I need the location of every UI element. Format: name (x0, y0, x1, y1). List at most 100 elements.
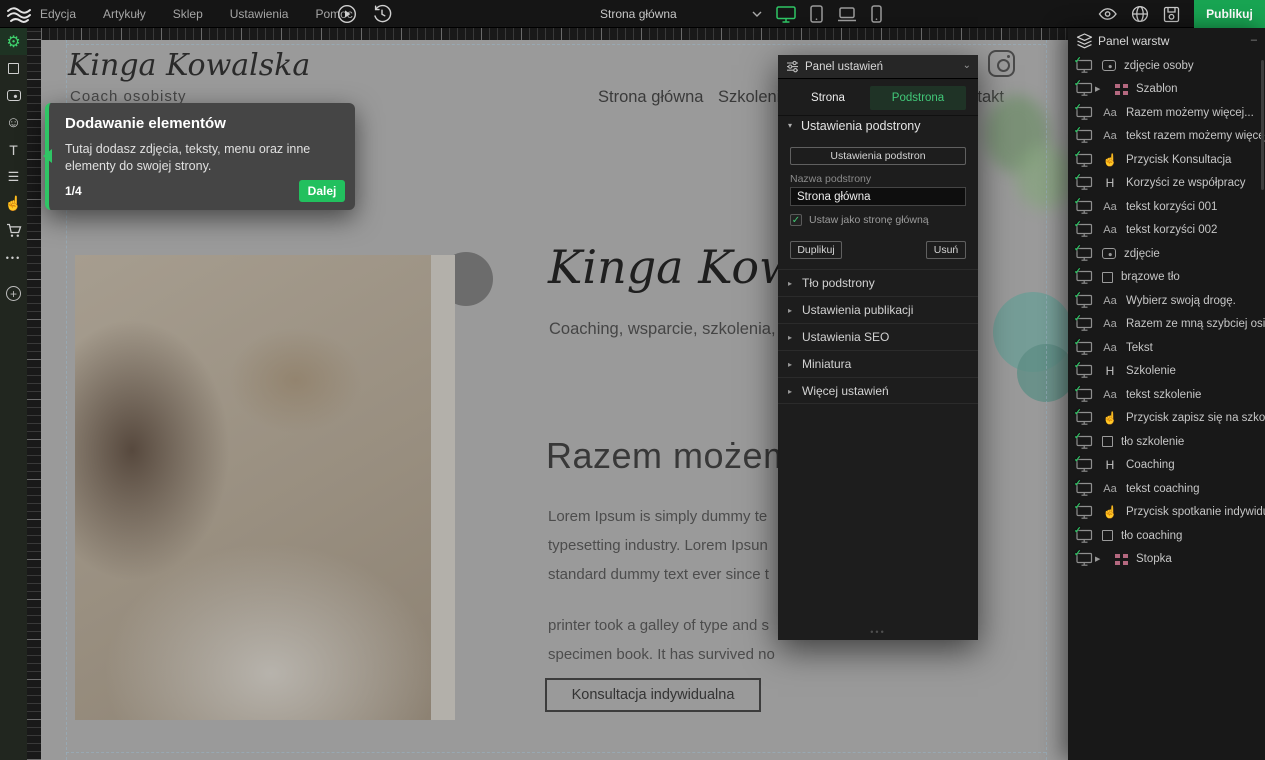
button-tool-icon[interactable]: ☝ (0, 190, 27, 217)
visibility-monitor-icon[interactable]: ✓ (1076, 529, 1093, 543)
layer-row[interactable]: ✓ ▶ Tekst (1068, 336, 1265, 360)
layer-row[interactable]: ✓ ▶ Przycisk zapisz się na szkolenie (1068, 407, 1265, 431)
tooltip-next-button[interactable]: Dalej (299, 180, 345, 202)
settings-panel-header[interactable]: Panel ustawień ⌄ (778, 55, 978, 79)
layer-row[interactable]: ✓ ▶ zdjęcie osoby (1068, 54, 1265, 78)
phone-device-icon[interactable] (871, 5, 882, 23)
delete-button[interactable]: Usuń (926, 241, 966, 259)
collapse-panel-icon[interactable]: ⌄ (963, 55, 971, 77)
visibility-monitor-icon[interactable]: ✓ (1076, 59, 1093, 73)
layer-row[interactable]: ✓ ▶ tekst szkolenie (1068, 383, 1265, 407)
expand-arrow-icon[interactable]: ▶ (1093, 85, 1106, 93)
shape-icon[interactable] (0, 55, 27, 82)
add-element-icon[interactable]: + (0, 280, 27, 307)
layer-row[interactable]: ✓ ▶ tekst korzyści 001 (1068, 195, 1265, 219)
hero-subtitle[interactable]: Coaching, wsparcie, szkolenia, roz (549, 320, 803, 339)
smiley-icon[interactable]: ☺ (0, 109, 27, 136)
layer-row[interactable]: ✓ ▶ zdjęcie (1068, 242, 1265, 266)
preview-eye-icon[interactable] (1098, 6, 1117, 22)
layer-row[interactable]: ✓ ▶ Szablon (1068, 78, 1265, 102)
open-section-title[interactable]: Ustawienia podstrony (801, 116, 921, 136)
visibility-monitor-icon[interactable]: ✓ (1076, 458, 1093, 472)
menu-ustawienia[interactable]: Ustawienia (230, 7, 289, 21)
layer-row[interactable]: ✓ ▶ Przycisk spotkanie indywidualne (1068, 501, 1265, 525)
layer-row[interactable]: ✓ ▶ brązowe tło (1068, 266, 1265, 290)
save-icon[interactable] (1163, 6, 1180, 23)
visibility-monitor-icon[interactable]: ✓ (1076, 106, 1093, 120)
visibility-monitor-icon[interactable]: ✓ (1076, 505, 1093, 519)
layer-row[interactable]: ✓ ▶ Korzyści ze współpracy (1068, 172, 1265, 196)
menu-sklep[interactable]: Sklep (173, 7, 203, 21)
visibility-monitor-icon[interactable]: ✓ (1076, 411, 1093, 425)
layer-row[interactable]: ✓ ▶ tekst korzyści 002 (1068, 219, 1265, 243)
visibility-monitor-icon[interactable]: ✓ (1076, 482, 1093, 496)
visibility-monitor-icon[interactable]: ✓ (1076, 153, 1093, 167)
subpages-settings-button[interactable]: Ustawienia podstron (790, 147, 966, 165)
more-tools-icon[interactable]: ••• (0, 244, 27, 271)
layer-row[interactable]: ✓ ▶ Wybierz swoją drogę. (1068, 289, 1265, 313)
layer-row[interactable]: ✓ ▶ tekst razem możemy więcej (1068, 125, 1265, 149)
settings-section-ustawienia-publikacji[interactable]: ▸Ustawienia publikacji (778, 296, 978, 323)
cart-icon[interactable] (0, 217, 27, 244)
tab-podstrona[interactable]: Podstrona (870, 86, 966, 110)
tablet-device-icon[interactable] (810, 5, 823, 23)
layer-row[interactable]: ✓ ▶ tło coaching (1068, 524, 1265, 548)
duplicate-button[interactable]: Duplikuj (790, 241, 842, 259)
publish-button[interactable]: Publikuj (1194, 0, 1265, 28)
visibility-monitor-icon[interactable]: ✓ (1076, 341, 1093, 355)
app-logo-icon[interactable] (6, 4, 32, 24)
preview-play-icon[interactable] (337, 4, 357, 24)
portrait-photo[interactable] (75, 255, 431, 720)
layer-row[interactable]: ✓ ▶ Przycisk Konsultacja (1068, 148, 1265, 172)
menu-artykuły[interactable]: Artykuły (103, 7, 146, 21)
tab-strona[interactable]: Strona (788, 86, 868, 110)
homepage-checkbox[interactable]: ✓ (790, 214, 802, 226)
visibility-monitor-icon[interactable]: ✓ (1076, 294, 1093, 308)
layer-row[interactable]: ✓ ▶ tło szkolenie (1068, 430, 1265, 454)
subpage-name-input[interactable] (790, 187, 966, 206)
layer-row[interactable]: ✓ ▶ Szkolenie (1068, 360, 1265, 384)
text-tool-icon[interactable]: T (0, 136, 27, 163)
layer-row[interactable]: ✓ ▶ Razem możemy więcej... (1068, 101, 1265, 125)
visibility-monitor-icon[interactable]: ✓ (1076, 176, 1093, 190)
body-text[interactable]: Lorem Ipsum is simply dummy te typesetti… (548, 502, 775, 669)
globe-icon[interactable] (1131, 5, 1149, 23)
resize-grip[interactable]: ••• (868, 627, 888, 637)
visibility-monitor-icon[interactable]: ✓ (1076, 435, 1093, 449)
layer-row[interactable]: ✓ ▶ Razem ze mną szybciej osiągni... (1068, 313, 1265, 337)
visibility-monitor-icon[interactable]: ✓ (1076, 82, 1093, 96)
layers-panel-header[interactable]: Panel warstw – (1068, 28, 1265, 54)
expand-arrow-icon[interactable]: ▶ (1093, 555, 1106, 563)
settings-section-tło-podstrony[interactable]: ▸Tło podstrony (778, 269, 978, 296)
settings-gear-icon[interactable]: ⚙ (0, 28, 27, 55)
settings-section-ustawienia-seo[interactable]: ▸Ustawienia SEO (778, 323, 978, 350)
layer-row[interactable]: ✓ ▶ Coaching (1068, 454, 1265, 478)
visibility-monitor-icon[interactable]: ✓ (1076, 552, 1093, 566)
instagram-icon[interactable] (988, 50, 1015, 77)
visibility-monitor-icon[interactable]: ✓ (1076, 317, 1093, 331)
visibility-monitor-icon[interactable]: ✓ (1076, 270, 1093, 284)
collapse-panel-icon[interactable]: – (1251, 28, 1257, 52)
layer-row[interactable]: ✓ ▶ Stopka (1068, 548, 1265, 572)
laptop-device-icon[interactable] (837, 7, 857, 22)
site-nav-home[interactable]: Strona główna (598, 88, 704, 107)
history-icon[interactable] (372, 4, 392, 24)
settings-panel: Panel ustawień ⌄ Strona Podstrona ▾ Usta… (778, 55, 978, 640)
layer-row[interactable]: ✓ ▶ tekst coaching (1068, 477, 1265, 501)
scrollbar-thumb[interactable] (1261, 60, 1264, 190)
visibility-monitor-icon[interactable]: ✓ (1076, 200, 1093, 214)
image-tool-icon[interactable] (0, 82, 27, 109)
desktop-device-icon[interactable] (776, 6, 796, 23)
settings-section-więcej-ustawień[interactable]: ▸Więcej ustawień (778, 377, 978, 404)
settings-section-miniatura[interactable]: ▸Miniatura (778, 350, 978, 377)
visibility-monitor-icon[interactable]: ✓ (1076, 247, 1093, 261)
menu-edycja[interactable]: Edycja (40, 7, 76, 21)
page-selector-dropdown[interactable]: Strona główna (600, 0, 762, 28)
visibility-monitor-icon[interactable]: ✓ (1076, 388, 1093, 402)
visibility-monitor-icon[interactable]: ✓ (1076, 129, 1093, 143)
menu-tool-icon[interactable]: ☰ (0, 163, 27, 190)
consultation-button[interactable]: Konsultacja indywidualna (545, 678, 761, 712)
visibility-monitor-icon[interactable]: ✓ (1076, 364, 1093, 378)
visibility-monitor-icon[interactable]: ✓ (1076, 223, 1093, 237)
visible-check-icon: ✓ (1074, 172, 1082, 183)
